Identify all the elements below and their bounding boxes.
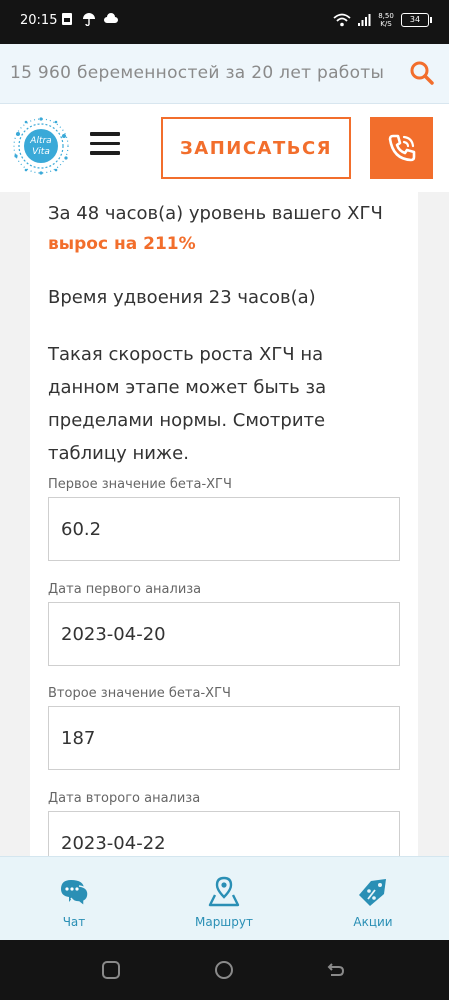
second-value-input[interactable] [48,706,400,770]
first-date-input[interactable] [48,602,400,666]
second-date-label: Дата второго анализа [48,791,201,806]
umbrella-icon [83,13,95,26]
site-header: Altra Vita ЗАПИСАТЬСЯ [0,104,449,192]
battery-indicator: 34 [401,13,432,27]
search-bar[interactable]: 15 960 беременностей за 20 лет работы [0,44,449,104]
cloud-icon [104,13,118,23]
second-date-input[interactable] [48,811,400,856]
bottom-nav: Чат Маршрут Акции [0,856,449,940]
svg-text:Vita: Vita [32,147,50,157]
first-value-input[interactable] [48,497,400,561]
doubling-time: Время удвоения 23 часов(а) [48,287,316,308]
growth-percent: вырос на 211% [48,234,196,254]
chat-icon [61,880,89,908]
phone-icon [388,134,415,162]
bottom-nav-route[interactable]: Маршрут [169,875,279,929]
content-area[interactable]: За 48 часов(а) уровень вашего ХГЧ вырос … [0,192,449,856]
bottom-nav-promotions-label: Акции [353,915,393,929]
sim-card-icon [62,13,72,25]
status-bar: 20:15 8,50 K/S 34 [0,0,449,44]
signup-button[interactable]: ЗАПИСАТЬСЯ [161,117,351,179]
map-route-icon [208,876,240,907]
call-button[interactable] [370,117,433,179]
wifi-icon [333,13,351,27]
result-summary: За 48 часов(а) уровень вашего ХГЧ [48,203,383,224]
bottom-nav-chat-label: Чат [62,915,86,929]
first-value-label: Первое значение бета-ХГЧ [48,477,232,492]
second-value-label: Второе значение бета-ХГЧ [48,686,231,701]
network-speed: 8,50 K/S [378,12,394,28]
bottom-nav-route-label: Маршрут [194,915,253,929]
menu-icon[interactable] [90,132,120,156]
bottom-nav-promotions[interactable]: Акции [318,875,428,929]
hcg-calculator-card: За 48 часов(а) уровень вашего ХГЧ вырос … [30,192,418,856]
first-date-label: Дата первого анализа [48,582,202,597]
discount-tag-icon [359,879,386,906]
home-icon[interactable] [214,960,234,980]
system-navigation-bar [0,940,449,1000]
warning-text: Такая скорость роста ХГЧ на данном этапе… [48,344,327,464]
bottom-nav-chat[interactable]: Чат [19,875,129,929]
svg-text:Altra: Altra [29,136,51,146]
status-time: 20:15 [20,13,58,28]
signal-icon [358,14,371,26]
back-icon[interactable] [326,960,346,980]
search-icon[interactable] [409,60,435,86]
recent-apps-icon[interactable] [101,960,121,980]
altra-vita-logo[interactable]: Altra Vita [8,116,74,176]
search-text[interactable]: 15 960 беременностей за 20 лет работы [10,63,384,83]
